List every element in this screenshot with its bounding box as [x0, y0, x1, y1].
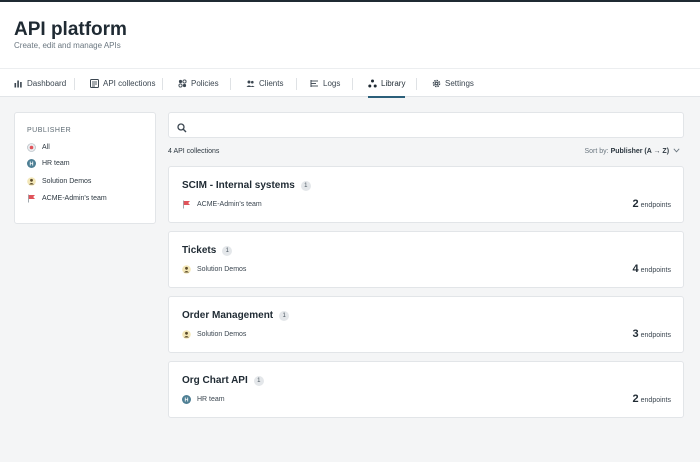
collection-name-text: Tickets — [182, 245, 216, 256]
filter-item-hr-team[interactable]: H HR team — [27, 157, 70, 169]
endpoint-number: 4 — [633, 263, 639, 275]
tab-divider — [162, 78, 163, 90]
tab-label: API collections — [103, 79, 155, 88]
tab-divider — [296, 78, 297, 90]
collection-version-badge: 1 — [254, 376, 264, 386]
endpoint-count: 3endpoints — [633, 328, 671, 340]
endpoint-label: endpoints — [641, 397, 671, 404]
solution-demos-icon — [182, 265, 191, 274]
page-subtitle: Create, edit and manage APIs — [14, 41, 121, 50]
collection-card-order-management[interactable]: Order Management 1 Solution Demos 3endpo… — [168, 296, 684, 353]
collection-version-badge: 1 — [301, 181, 311, 191]
page-title: API platform — [14, 19, 127, 41]
list-icon — [310, 79, 319, 88]
filter-item-label: All — [42, 144, 50, 151]
filter-item-label: ACME-Admin's team — [42, 195, 107, 202]
collection-publisher: Solution Demos — [182, 265, 246, 274]
endpoint-count: 2endpoints — [633, 393, 671, 405]
endpoint-number: 2 — [633, 393, 639, 405]
filter-item-label: Solution Demos — [42, 178, 91, 185]
svg-text:H: H — [30, 161, 34, 167]
sort-value: Publisher (A → Z) — [611, 148, 669, 155]
collection-name-text: SCIM - Internal systems — [182, 180, 295, 191]
filter-item-label: HR team — [42, 160, 70, 167]
collection-icon — [90, 79, 99, 88]
tab-divider — [74, 78, 75, 90]
hr-team-avatar: H — [182, 395, 191, 404]
collection-name: SCIM - Internal systems 1 — [182, 180, 311, 191]
tab-divider — [230, 78, 231, 90]
endpoint-label: endpoints — [641, 202, 671, 209]
page-header: API platform Create, edit and manage API… — [0, 2, 700, 97]
endpoint-count: 4endpoints — [633, 263, 671, 275]
endpoint-label: endpoints — [641, 267, 671, 274]
collection-name: Tickets 1 — [182, 245, 232, 256]
tab-api-collections[interactable]: API collections — [90, 69, 155, 97]
publisher-name: ACME-Admin's team — [197, 201, 262, 208]
tab-clients[interactable]: Clients — [246, 69, 283, 97]
endpoint-number: 2 — [633, 198, 639, 210]
filter-item-all[interactable]: All — [27, 141, 50, 153]
sort-prefix: Sort by: — [585, 148, 609, 155]
bar-chart-icon — [14, 79, 23, 88]
filter-item-solution-demos[interactable]: Solution Demos — [27, 175, 91, 187]
collection-publisher: ACME-Admin's team — [182, 200, 262, 209]
collection-publisher: H HR team — [182, 395, 225, 404]
collection-card-org-chart-api[interactable]: Org Chart API 1 H HR team 2endpoints — [168, 361, 684, 418]
collection-name-text: Order Management — [182, 310, 273, 321]
hr-team-avatar: H — [27, 159, 36, 168]
gear-icon — [432, 79, 441, 88]
users-icon — [246, 79, 255, 88]
tab-policies[interactable]: Policies — [178, 69, 219, 97]
filter-item-acme-admins-team[interactable]: ACME-Admin's team — [27, 192, 107, 204]
tab-logs[interactable]: Logs — [310, 69, 340, 97]
policies-icon — [178, 79, 187, 88]
tab-settings[interactable]: Settings — [432, 69, 474, 97]
flag-icon — [27, 194, 36, 203]
tab-library[interactable]: Library — [368, 69, 405, 97]
collection-name-text: Org Chart API — [182, 375, 248, 386]
search-input[interactable] — [193, 116, 677, 134]
collection-name: Org Chart API 1 — [182, 375, 264, 386]
search-box — [168, 112, 684, 138]
flag-icon — [182, 200, 191, 209]
endpoint-label: endpoints — [641, 332, 671, 339]
publisher-name: Solution Demos — [197, 331, 246, 338]
publisher-filter-panel: PUBLISHER All H HR team Solution Demos A… — [14, 112, 156, 224]
tab-label: Dashboard — [27, 79, 66, 88]
collection-name: Order Management 1 — [182, 310, 289, 321]
results-count: 4 API collections — [168, 148, 219, 155]
collection-version-badge: 1 — [222, 246, 232, 256]
publisher-name: HR team — [197, 396, 225, 403]
tab-divider — [416, 78, 417, 90]
endpoint-count: 2endpoints — [633, 198, 671, 210]
tab-label: Library — [381, 79, 405, 88]
sort-dropdown[interactable]: Sort by: Publisher (A → Z) — [585, 148, 681, 155]
collection-publisher: Solution Demos — [182, 330, 246, 339]
tab-dashboard[interactable]: Dashboard — [14, 69, 66, 97]
filter-title: PUBLISHER — [27, 127, 71, 134]
collection-version-badge: 1 — [279, 311, 289, 321]
library-icon — [368, 79, 377, 88]
svg-text:H: H — [185, 398, 189, 404]
collection-card-tickets[interactable]: Tickets 1 Solution Demos 4endpoints — [168, 231, 684, 288]
endpoint-number: 3 — [633, 328, 639, 340]
tab-label: Settings — [445, 79, 474, 88]
all-publishers-icon — [27, 143, 36, 152]
solution-demos-icon — [27, 177, 36, 186]
chevron-down-icon — [671, 148, 680, 155]
publisher-name: Solution Demos — [197, 266, 246, 273]
tab-label: Clients — [259, 79, 283, 88]
tab-label: Policies — [191, 79, 219, 88]
tab-label: Logs — [323, 79, 340, 88]
solution-demos-icon — [182, 330, 191, 339]
tab-divider — [352, 78, 353, 90]
search-icon — [177, 120, 187, 130]
tab-bar: Dashboard API collections Policies Clien… — [0, 68, 700, 97]
collection-card-scim[interactable]: SCIM - Internal systems 1 ACME-Admin's t… — [168, 166, 684, 223]
